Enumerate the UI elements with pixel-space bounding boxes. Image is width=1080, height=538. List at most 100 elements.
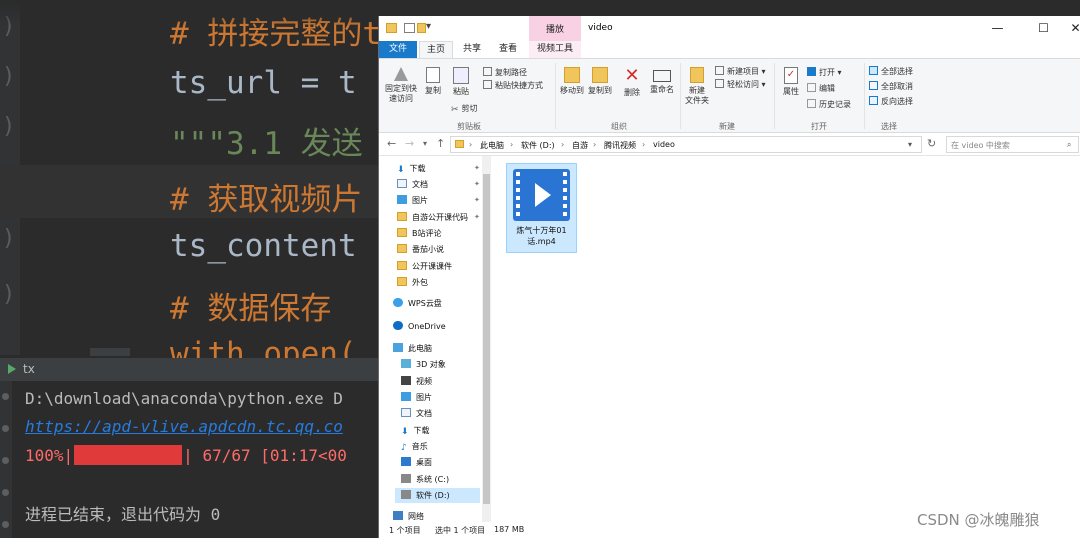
run-output-url[interactable]: https://apd-vlive.apdcdn.tc.qq.co (25, 417, 343, 436)
run-icon (8, 364, 18, 374)
copy-to-button[interactable]: 复制到 (587, 67, 613, 96)
delete-button[interactable]: ✕ 删除 (621, 67, 643, 98)
sidebar-item[interactable]: 自游公开课代码 ✦ (397, 210, 480, 225)
sidebar-item-label: 系统 (C:) (416, 475, 450, 484)
address-dropdown-icon[interactable]: ▾ (908, 140, 912, 149)
new-folder-button[interactable]: 新建 文件夹 (683, 67, 711, 106)
sidebar-item[interactable]: B站评论 (397, 226, 442, 241)
toolbar-icon[interactable] (2, 393, 9, 400)
maximize-button[interactable]: ☐ (1027, 16, 1060, 41)
cut-button[interactable]: ✂ 剪切 (451, 103, 478, 115)
copy-path-button[interactable]: 复制路径 (483, 67, 527, 78)
gutter-mark: ) (2, 114, 16, 139)
breadcrumb-video[interactable]: video (653, 140, 675, 149)
folder-icon (397, 261, 407, 270)
properties-icon[interactable] (404, 23, 415, 33)
paste-shortcut-button[interactable]: 粘贴快捷方式 (483, 80, 543, 91)
select-all-button[interactable]: 全部选择 (869, 66, 913, 77)
toolbar-icon[interactable] (2, 425, 9, 432)
close-button[interactable]: ✕ (1059, 16, 1080, 41)
forward-arrow-icon[interactable]: → (405, 137, 414, 150)
breadcrumb-drive-d[interactable]: 软件 (D:) (521, 140, 555, 151)
search-input[interactable]: 在 video 中搜索 ⌕ (946, 136, 1079, 153)
sidebar-item-label: 音乐 (411, 442, 428, 451)
refresh-icon[interactable]: ↻ (927, 137, 936, 150)
code-line[interactable]: # 获取视频片 (170, 174, 362, 219)
open-button[interactable]: 打开 ▾ (807, 67, 842, 78)
history-button[interactable]: 历史记录 (807, 99, 851, 110)
sidebar-item[interactable]: 图片 (401, 390, 432, 405)
play-icon (535, 183, 551, 207)
up-arrow-icon[interactable]: ↑ (436, 137, 445, 150)
sidebar-item[interactable]: 此电脑 (393, 341, 432, 356)
context-tab-group-label: 播放 (545, 25, 564, 35)
paste-label: 粘贴 (453, 87, 469, 96)
properties-button[interactable]: ✓ 属性 (779, 67, 803, 97)
minimize-button[interactable]: — (981, 16, 1014, 41)
sidebar-item[interactable]: 外包 (397, 275, 428, 290)
nav-scrollbar[interactable] (482, 156, 491, 522)
toolbar-icon[interactable] (2, 489, 9, 496)
edit-button[interactable]: 编辑 (807, 83, 835, 94)
paste-button[interactable]: 粘贴 (449, 67, 473, 97)
output-link[interactable]: https://apd-vlive.apdcdn.tc.qq.co (25, 417, 343, 436)
sidebar-item[interactable]: OneDrive (393, 319, 446, 334)
breadcrumb-tencent-video[interactable]: 腾讯视频 (604, 140, 636, 151)
delete-label: 删除 (624, 88, 640, 97)
quick-access-dropdown-icon[interactable]: ▾ (426, 21, 431, 32)
context-tab-group: 播放 (529, 16, 581, 41)
onedrive-icon (393, 321, 403, 330)
code-line[interactable]: """3.1 发送 (170, 118, 363, 163)
sidebar-item[interactable]: 文档 (401, 406, 432, 421)
tab-share[interactable]: 共享 (455, 41, 489, 58)
sidebar-item[interactable]: 3D 对象 (401, 357, 446, 372)
file-item[interactable]: 炼气十万年01话.mp4 (506, 163, 577, 253)
toolbar-icon[interactable] (2, 521, 9, 528)
chevron-down-icon: ▾ (837, 68, 842, 77)
move-to-button[interactable]: 移动到 (559, 67, 585, 96)
toolbar-icon[interactable] (2, 457, 9, 464)
recent-dropdown-icon[interactable]: ▾ (423, 139, 427, 148)
sidebar-item[interactable]: 桌面 (401, 455, 432, 470)
pin-icon: ✦ (474, 196, 480, 204)
sidebar-item-label: 图片 (416, 393, 432, 402)
breadcrumb-ziyou[interactable]: 自游 (572, 140, 588, 151)
status-item-count: 1 个项目 (389, 526, 421, 535)
select-none-button[interactable]: 全部取消 (869, 81, 913, 92)
tab-home[interactable]: 主页 (419, 41, 453, 58)
tab-video-tools[interactable]: 视频工具 (529, 41, 581, 58)
sidebar-item[interactable]: 番茄小说 (397, 242, 444, 257)
rename-button[interactable]: 重命名 (647, 67, 677, 95)
sidebar-item[interactable]: WPS云盘 (393, 296, 442, 311)
invert-selection-button[interactable]: 反向选择 (869, 96, 913, 107)
sidebar-item[interactable]: 文档 ✦ (397, 177, 480, 192)
back-arrow-icon[interactable]: ← (387, 137, 396, 150)
sidebar-item[interactable]: 软件 (D:) (395, 488, 480, 503)
tab-file[interactable]: 文件 (379, 41, 417, 58)
code-line[interactable]: ts_url = t (170, 65, 357, 101)
sidebar-item[interactable]: 公开课课件 (397, 259, 452, 274)
sidebar-item-label: 网络 (408, 512, 424, 521)
sidebar-item[interactable]: 图片 ✦ (397, 193, 480, 208)
pin-quick-access-button[interactable]: 固定到快 速访问 (383, 67, 419, 104)
new-item-button[interactable]: 新建项目 ▾ (715, 66, 766, 77)
run-panel-header: tx (0, 359, 378, 381)
sidebar-item[interactable]: 视频 (401, 374, 432, 389)
editor-scrollbar[interactable] (90, 348, 130, 356)
copy-button[interactable]: 复制 (421, 67, 445, 96)
picture-icon (401, 392, 411, 401)
nav-scrollbar-thumb[interactable] (483, 174, 490, 504)
tab-view[interactable]: 查看 (491, 41, 525, 58)
ribbon-divider (680, 63, 681, 129)
sidebar-item[interactable]: ⬇ 下载 (401, 423, 430, 438)
code-line[interactable]: ts_content (170, 228, 357, 264)
new-folder-icon[interactable] (417, 23, 426, 33)
run-tab[interactable]: tx (8, 362, 35, 376)
code-line[interactable]: # 数据保存 (170, 283, 331, 328)
sidebar-item[interactable]: ♪ 音乐 (401, 439, 428, 454)
sidebar-item[interactable]: ⬇ 下载 ✦ (397, 161, 480, 176)
address-bar[interactable]: › 此电脑 › 软件 (D:) › 自游 › 腾讯视频 › video ▾ (450, 136, 922, 153)
sidebar-item[interactable]: 系统 (C:) (401, 472, 449, 487)
easy-access-button[interactable]: 轻松访问 ▾ (715, 79, 766, 90)
breadcrumb-this-pc[interactable]: 此电脑 (480, 140, 504, 151)
